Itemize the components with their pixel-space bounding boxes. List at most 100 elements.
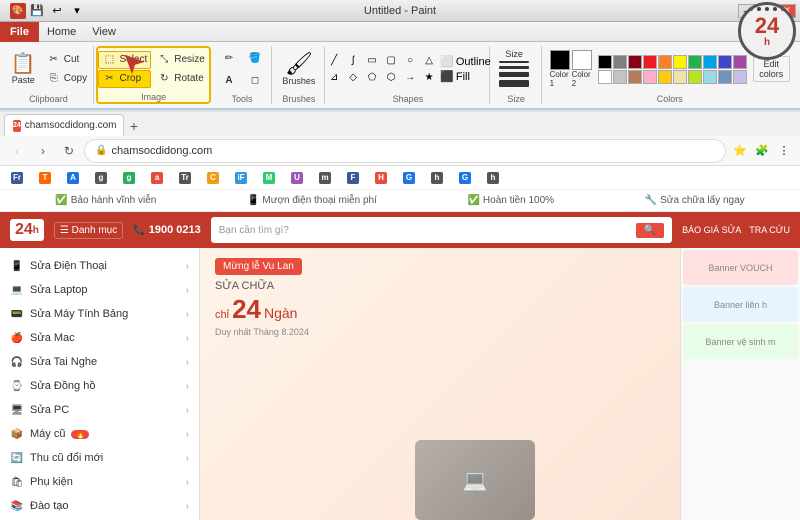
color-swatch-cell[interactable] [703, 70, 717, 84]
menu-btn[interactable]: ⋮ [774, 141, 794, 161]
copy-btn[interactable]: ⎘ Copy [43, 70, 91, 88]
file-menu[interactable]: File [0, 22, 39, 42]
bookmark-item[interactable]: h [426, 170, 448, 186]
nav-menu-btn[interactable]: ☰ Danh mục [54, 222, 123, 239]
shape-arrow[interactable]: → [401, 70, 419, 86]
outline-item[interactable]: ⬜ Outline [440, 55, 491, 68]
color-swatch-cell[interactable] [688, 70, 702, 84]
menu-item[interactable]: 🖥 Sửa PC › [0, 398, 199, 422]
save-qat-btn[interactable]: 💾 [28, 2, 46, 20]
color-swatch-cell[interactable] [658, 70, 672, 84]
color-swatch-cell[interactable] [673, 55, 687, 69]
menu-item[interactable]: 🎧 Sửa Tai Nghe › [0, 350, 199, 374]
size-bar-3[interactable] [499, 72, 529, 77]
shape-line[interactable]: ╱ [325, 53, 343, 69]
color2-box[interactable]: Color 2 [572, 50, 592, 88]
color-swatch-cell[interactable] [643, 70, 657, 84]
active-browser-tab[interactable]: 24 chamsocdidong.com [4, 114, 124, 136]
bookmark-item[interactable]: H [370, 170, 392, 186]
menu-item[interactable]: 🔄 Thu cũ đổi mới › [0, 446, 199, 470]
color1-swatch[interactable] [550, 50, 570, 70]
color-swatch-cell[interactable] [733, 70, 747, 84]
undo-qat-btn[interactable]: ↩ [48, 2, 66, 20]
color-swatch-cell[interactable] [688, 55, 702, 69]
select-btn[interactable]: ⬚ Select [98, 51, 151, 69]
tra-cuu-btn[interactable]: TRA CỨU [749, 225, 790, 235]
crop-btn[interactable]: ✂ Crop [98, 70, 151, 88]
color1-box[interactable]: Color 1 [550, 50, 570, 88]
color-swatch-cell[interactable] [658, 55, 672, 69]
color-swatch-cell[interactable] [628, 55, 642, 69]
extensions-btn[interactable]: 🧩 [752, 141, 772, 161]
qat-dropdown[interactable]: ▾ [68, 2, 86, 20]
address-bar[interactable]: 🔒 chamsocdidong.com [84, 139, 726, 163]
rotate-btn[interactable]: ↻ Rotate [153, 70, 209, 88]
bookmark-item[interactable]: iF [230, 170, 252, 186]
color2-swatch[interactable] [572, 50, 592, 70]
forward-btn[interactable]: › [32, 140, 54, 162]
bookmark-item[interactable]: T [34, 170, 56, 186]
menu-item[interactable]: 🍎 Sửa Mac › [0, 326, 199, 350]
paste-btn[interactable]: 📋 Paste [6, 50, 41, 89]
menu-item[interactable]: 📟 Sửa Máy Tính Bảng › [0, 302, 199, 326]
menu-item[interactable]: 🛍 Phụ kiện › [0, 470, 199, 494]
shape-rect[interactable]: ▭ [363, 53, 381, 69]
fill-item[interactable]: ⬛ Fill [440, 70, 470, 83]
color-swatch-cell[interactable] [703, 55, 717, 69]
bookmark-item[interactable]: g [90, 170, 112, 186]
menu-item[interactable]: 💻 Sửa Laptop › [0, 278, 199, 302]
bookmark-item[interactable]: h [482, 170, 504, 186]
menu-item[interactable]: 📚 Đào tạo › [0, 494, 199, 518]
search-bar[interactable]: Bạn cần tìm gì? 🔍 [211, 217, 672, 243]
shape-hex[interactable]: ⬡ [382, 70, 400, 86]
refresh-btn[interactable]: ↻ [58, 140, 80, 162]
menu-item[interactable]: 📱 Sửa Điện Thoại › [0, 254, 199, 278]
shape-tri[interactable]: △ [420, 53, 438, 69]
bookmark-item[interactable]: g [118, 170, 140, 186]
shape-rrect[interactable]: ▢ [382, 53, 400, 69]
new-tab-btn[interactable]: + [124, 116, 144, 136]
bookmark-item[interactable]: Tr [174, 170, 196, 186]
search-input[interactable]: Bạn cần tìm gì? [219, 225, 632, 236]
shape-pent[interactable]: ⬠ [363, 70, 381, 86]
site-logo[interactable]: 24 h [10, 219, 44, 241]
shape-star[interactable]: ★ [420, 70, 438, 86]
home-menu[interactable]: Home [39, 22, 84, 42]
shape-ellipse[interactable]: ○ [401, 53, 419, 69]
size-bar-2[interactable] [499, 66, 529, 69]
shape-diamond[interactable]: ◇ [344, 70, 362, 86]
star-btn[interactable]: ⭐ [730, 141, 750, 161]
search-btn[interactable]: 🔍 [636, 223, 664, 238]
size-bar-4[interactable] [499, 80, 529, 87]
bookmark-item[interactable]: m [314, 170, 336, 186]
color-swatch-cell[interactable] [718, 55, 732, 69]
shape-rt[interactable]: ⊿ [325, 70, 343, 86]
fill-btn[interactable]: 🪣 [243, 48, 267, 68]
size-bar-1[interactable] [499, 61, 529, 63]
color-swatch-cell[interactable] [613, 55, 627, 69]
color-swatch-cell[interactable] [673, 70, 687, 84]
bookmark-item[interactable]: C [202, 170, 224, 186]
cut-btn[interactable]: ✂ Cut [43, 51, 91, 69]
bookmark-item[interactable]: F [342, 170, 364, 186]
resize-btn[interactable]: ⤡ Resize [153, 51, 209, 69]
color-swatch-cell[interactable] [598, 70, 612, 84]
color-swatch-cell[interactable] [643, 55, 657, 69]
color-swatch-cell[interactable] [718, 70, 732, 84]
menu-item[interactable]: ⌚ Sửa Đồng hồ › [0, 374, 199, 398]
pencil-btn[interactable]: ✏ [217, 48, 241, 68]
color-swatch-cell[interactable] [598, 55, 612, 69]
bao-gia-btn[interactable]: BÁO GIÁ SỬA [682, 225, 741, 235]
bookmark-item[interactable]: U [286, 170, 308, 186]
color-swatch-cell[interactable] [613, 70, 627, 84]
menu-item[interactable]: 📦 Máy cũ 🔥 › [0, 422, 199, 446]
bookmark-item[interactable]: a [146, 170, 168, 186]
color-swatch-cell[interactable] [628, 70, 642, 84]
bookmark-item[interactable]: M [258, 170, 280, 186]
eraser-btn[interactable]: ◻ [243, 70, 267, 90]
shape-curve[interactable]: ∫ [344, 53, 362, 69]
bookmark-item[interactable]: G [454, 170, 476, 186]
brushes-btn[interactable]: 🖌 Brushes [277, 50, 320, 89]
bookmark-item[interactable]: G [398, 170, 420, 186]
view-menu[interactable]: View [84, 22, 124, 42]
